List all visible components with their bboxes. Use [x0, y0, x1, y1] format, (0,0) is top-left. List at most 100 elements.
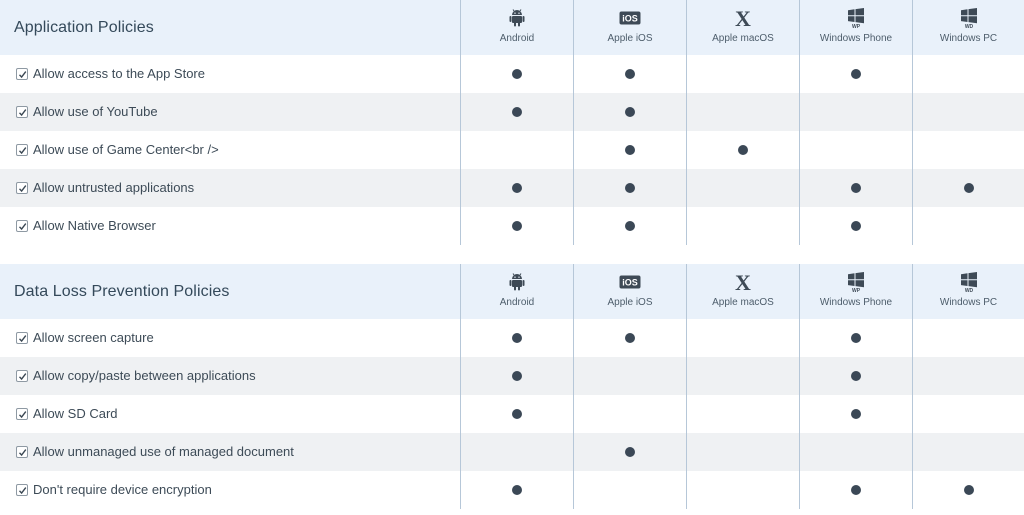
windows-phone-icon: WP: [800, 272, 912, 292]
supported-dot-android: [512, 183, 522, 193]
column-header-apple-macos: X Apple macOS: [687, 264, 799, 319]
policy-row: Allow SD Card: [0, 395, 1024, 433]
policy-checkbox[interactable]: [16, 220, 28, 232]
platform-label: Android: [499, 297, 535, 308]
column-separator: [799, 264, 800, 509]
check-icon: [18, 335, 27, 343]
policy-row: Allow screen capture: [0, 319, 1024, 357]
policy-checkbox[interactable]: [16, 182, 28, 194]
svg-text:iOS: iOS: [622, 278, 638, 288]
supported-dot-windows-pc: [964, 183, 974, 193]
column-header-apple-ios: iOS Apple iOS: [574, 264, 686, 319]
ios-icon: iOS: [574, 273, 686, 291]
svg-text:WP: WP: [852, 24, 861, 28]
check-icon: [18, 109, 27, 117]
section-title: Application Policies: [14, 19, 154, 36]
ios-icon: iOS: [574, 9, 686, 27]
svg-text:WD: WD: [964, 24, 973, 28]
policy-checkbox[interactable]: [16, 106, 28, 118]
supported-dot-android: [512, 69, 522, 79]
policy-checkbox[interactable]: [16, 144, 28, 156]
platform-label: Windows Phone: [819, 33, 893, 44]
windows-pc-icon: WD: [913, 8, 1024, 28]
column-separator: [686, 264, 687, 509]
supported-dot-windows-phone: [851, 409, 861, 419]
policy-checkbox[interactable]: [16, 370, 28, 382]
section-header: Application Policies Android iOS Apple iOS…: [0, 0, 1024, 55]
supported-dot-apple-ios: [625, 447, 635, 457]
column-separator: [912, 264, 913, 509]
policy-rows: Allow access to the App Store Allow use o…: [0, 55, 1024, 245]
supported-dot-android: [512, 409, 522, 419]
policy-checkbox[interactable]: [16, 484, 28, 496]
policy-label: Allow copy/paste between applications: [33, 368, 256, 383]
column-header-android: Android: [461, 264, 573, 319]
supported-dot-android: [512, 371, 522, 381]
supported-dot-android: [512, 107, 522, 117]
check-icon: [18, 373, 27, 381]
application-policies-section: Application Policies Android iOS Apple iOS…: [0, 0, 1024, 245]
column-header-apple-ios: iOS Apple iOS: [574, 0, 686, 55]
supported-dot-apple-ios: [625, 107, 635, 117]
svg-text:X: X: [735, 8, 751, 28]
section-title: Data Loss Prevention Policies: [14, 283, 230, 300]
supported-dot-windows-phone: [851, 69, 861, 79]
windows-pc-icon: WD: [913, 272, 1024, 292]
column-separator: [460, 264, 461, 509]
check-icon: [18, 411, 27, 419]
supported-dot-android: [512, 333, 522, 343]
android-icon: [461, 9, 573, 27]
policy-label: Allow use of Game Center<br />: [33, 142, 219, 157]
column-separator: [573, 0, 574, 245]
column-separator: [573, 264, 574, 509]
supported-dot-apple-macos: [738, 145, 748, 155]
platform-label: Apple iOS: [607, 33, 653, 44]
column-separator: [686, 0, 687, 245]
supported-dot-windows-phone: [851, 485, 861, 495]
supported-dot-windows-phone: [851, 183, 861, 193]
check-icon: [18, 223, 27, 231]
policy-rows: Allow screen capture Allow copy/paste bet…: [0, 319, 1024, 509]
supported-dot-windows-phone: [851, 371, 861, 381]
check-icon: [18, 449, 27, 457]
policy-row: Don't require device encryption: [0, 471, 1024, 509]
column-header-windows-pc: WD Windows PC: [913, 264, 1024, 319]
platform-label: Windows Phone: [819, 297, 893, 308]
policy-row: Allow copy/paste between applications: [0, 357, 1024, 395]
column-separator: [460, 0, 461, 245]
section-header: Data Loss Prevention Policies Android iOS…: [0, 264, 1024, 319]
platform-label: Android: [499, 33, 535, 44]
check-icon: [18, 185, 27, 193]
column-header-windows-phone: WP Windows Phone: [800, 0, 912, 55]
supported-dot-apple-ios: [625, 221, 635, 231]
policy-row: Allow untrusted applications: [0, 169, 1024, 207]
policy-row: Allow use of Game Center<br />: [0, 131, 1024, 169]
check-icon: [18, 71, 27, 79]
policy-label: Allow unmanaged use of managed document: [33, 444, 294, 459]
platform-label: Apple macOS: [712, 33, 774, 44]
platform-label: Apple iOS: [607, 297, 653, 308]
policy-row: Allow use of YouTube: [0, 93, 1024, 131]
supported-dot-apple-ios: [625, 145, 635, 155]
check-icon: [18, 147, 27, 155]
supported-dot-windows-phone: [851, 333, 861, 343]
macos-x-icon: X: [687, 272, 799, 292]
policy-checkbox[interactable]: [16, 408, 28, 420]
policy-checkbox[interactable]: [16, 446, 28, 458]
policy-checkbox[interactable]: [16, 332, 28, 344]
svg-text:WP: WP: [852, 288, 861, 292]
platform-label: Windows PC: [939, 297, 998, 308]
svg-text:iOS: iOS: [622, 14, 638, 24]
policy-label: Allow untrusted applications: [33, 180, 195, 195]
windows-phone-icon: WP: [800, 8, 912, 28]
check-icon: [18, 487, 27, 495]
policy-label: Allow Native Browser: [33, 218, 156, 233]
policy-label: Allow screen capture: [33, 330, 154, 345]
policy-checkbox[interactable]: [16, 68, 28, 80]
policy-row: Allow Native Browser: [0, 207, 1024, 245]
supported-dot-apple-ios: [625, 183, 635, 193]
column-separator: [799, 0, 800, 245]
macos-x-icon: X: [687, 8, 799, 28]
android-icon: [461, 273, 573, 291]
policy-label: Allow access to the App Store: [33, 66, 205, 81]
